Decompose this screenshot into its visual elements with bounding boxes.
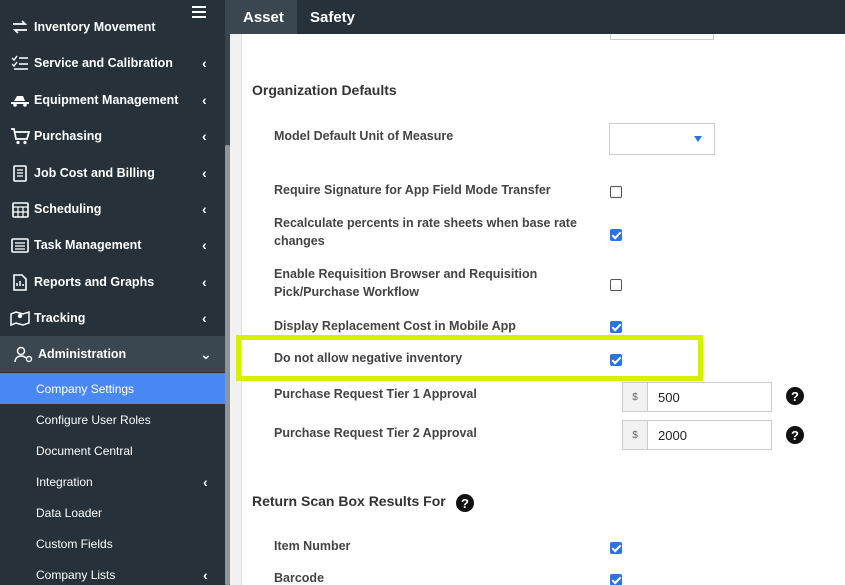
chevron-left-icon: ‹	[202, 55, 207, 71]
replacement-cost-checkbox[interactable]	[610, 321, 622, 333]
sidebar-subitem-custom-fields[interactable]: Custom Fields	[0, 528, 225, 559]
requisition-browser-checkbox[interactable]	[610, 279, 622, 291]
return-scan-item-label: Item Number	[274, 539, 351, 553]
chevron-down-icon: ⌄	[200, 345, 212, 362]
chevron-left-icon: ‹	[202, 274, 207, 290]
recalculate-percents-checkbox[interactable]	[610, 229, 622, 241]
currency-addon: $	[623, 421, 648, 449]
cart-icon	[10, 127, 30, 145]
org-defaults-heading: Organization Defaults	[252, 82, 397, 98]
tab-asset[interactable]: Asset	[230, 0, 297, 34]
return-scan-heading: Return Scan Box Results For	[252, 493, 446, 509]
sidebar-subitem-configure-user-roles[interactable]: Configure User Roles	[0, 404, 225, 435]
highlight-box	[236, 335, 703, 381]
sidebar-subitem-integration[interactable]: Integration ‹	[0, 466, 225, 497]
help-icon[interactable]: ?	[786, 387, 804, 405]
receipt-icon	[10, 164, 30, 182]
chevron-left-icon: ‹	[202, 237, 207, 253]
tier2-input[interactable]: 2000	[648, 421, 771, 449]
sidebar-item-scheduling[interactable]: Scheduling ‹	[0, 191, 225, 227]
arrows-exchange-icon	[10, 18, 30, 36]
setting-label: Require Signature for App Field Mode Tra…	[274, 183, 551, 197]
help-icon[interactable]: ?	[786, 426, 804, 444]
sidebar-item-purchasing[interactable]: Purchasing ‹	[0, 118, 225, 154]
sidebar-item-administration[interactable]: Administration ⌄	[0, 336, 225, 372]
item-number-checkbox[interactable]	[610, 542, 622, 554]
sidebar-item-job-cost-billing[interactable]: Job Cost and Billing ‹	[0, 155, 225, 191]
chevron-left-icon: ‹	[203, 566, 208, 583]
sidebar: Inventory Movement Service and Calibrati…	[0, 0, 230, 585]
sidebar-item-task-management[interactable]: Task Management ‹	[0, 227, 225, 263]
checklist-icon	[10, 54, 30, 72]
sidebar-item-inventory-movement[interactable]: Inventory Movement	[0, 9, 225, 45]
model-uom-select[interactable]	[609, 123, 715, 155]
sidebar-subitem-data-loader[interactable]: Data Loader	[0, 497, 225, 528]
main-scrollbar[interactable]	[230, 34, 242, 585]
require-signature-checkbox[interactable]	[610, 186, 622, 198]
chevron-left-icon: ‹	[202, 92, 207, 108]
chevron-left-icon: ‹	[202, 165, 207, 181]
map-icon	[10, 309, 30, 327]
user-gear-icon	[14, 345, 34, 363]
barcode-checkbox[interactable]	[610, 574, 622, 585]
sidebar-subitem-document-central[interactable]: Document Central	[0, 435, 225, 466]
currency-addon: $	[623, 383, 648, 411]
truck-icon	[10, 91, 30, 109]
help-icon[interactable]: ?	[456, 494, 474, 512]
tier2-input-group[interactable]: $ 2000	[622, 420, 772, 450]
tier2-label: Purchase Request Tier 2 Approval	[274, 426, 477, 440]
calendar-icon	[10, 200, 30, 218]
tier1-label: Purchase Request Tier 1 Approval	[274, 387, 477, 401]
model-uom-label: Model Default Unit of Measure	[274, 129, 454, 143]
top-tab-bar: Asset Safety	[230, 0, 845, 34]
sidebar-item-service-calibration[interactable]: Service and Calibration ‹	[0, 45, 225, 81]
setting-label: Recalculate percents in rate sheets when…	[274, 216, 577, 248]
caret-down-icon	[694, 136, 702, 142]
tab-safety[interactable]: Safety	[297, 0, 368, 34]
setting-label: Enable Requisition Browser and Requisiti…	[274, 267, 538, 299]
report-icon	[10, 273, 30, 291]
chevron-left-icon: ‹	[202, 310, 207, 326]
sidebar-item-equipment-management[interactable]: Equipment Management ‹	[0, 82, 225, 118]
list-icon	[10, 236, 30, 254]
tier1-input-group[interactable]: $ 500	[622, 382, 772, 412]
chevron-left-icon: ‹	[202, 128, 207, 144]
sidebar-subitem-company-settings[interactable]: Company Settings	[0, 373, 225, 404]
setting-label: Display Replacement Cost in Mobile App	[274, 319, 516, 333]
settings-panel: Organization Defaults Model Default Unit…	[230, 34, 845, 585]
sidebar-subitem-company-lists[interactable]: Company Lists ‹	[0, 559, 225, 585]
return-scan-item-label: Barcode	[274, 571, 325, 585]
sidebar-item-reports-graphs[interactable]: Reports and Graphs ‹	[0, 264, 225, 300]
chevron-left-icon: ‹	[202, 201, 207, 217]
clipped-field[interactable]	[610, 34, 714, 40]
tier1-input[interactable]: 500	[648, 383, 771, 411]
chevron-left-icon: ‹	[203, 473, 208, 490]
sidebar-item-tracking[interactable]: Tracking ‹	[0, 300, 225, 336]
